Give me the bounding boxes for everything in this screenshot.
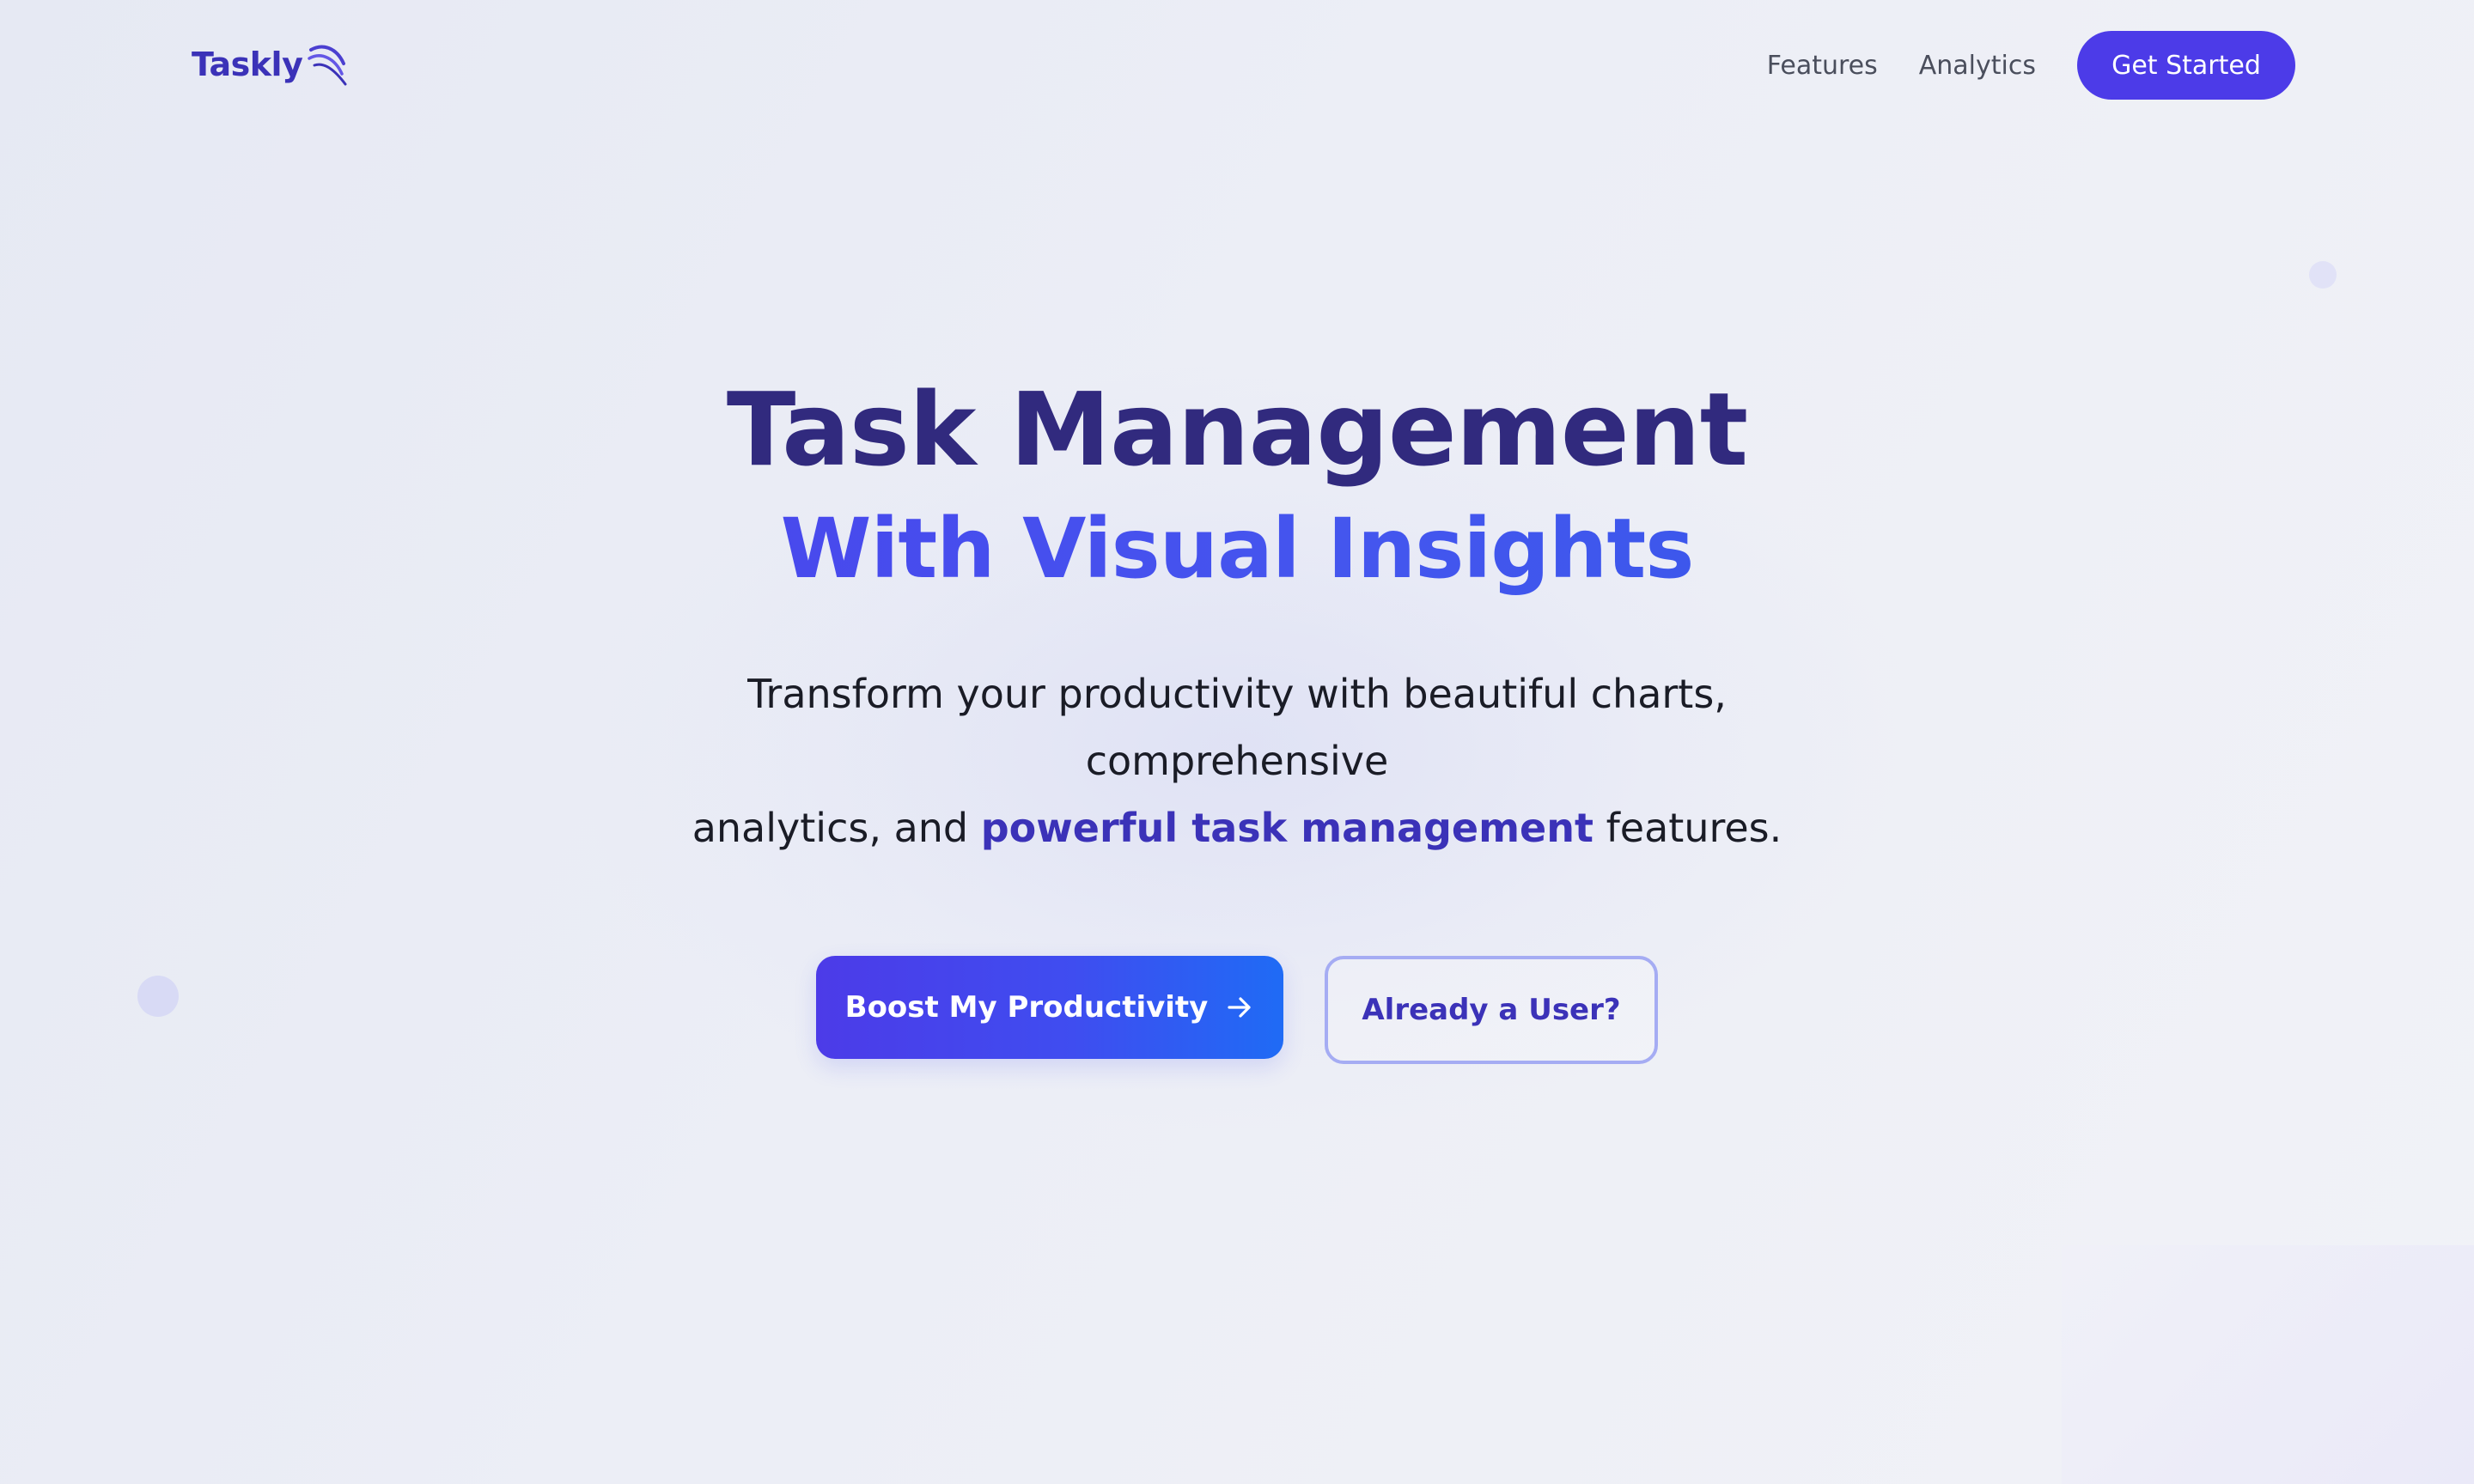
arrow-right-icon (1225, 993, 1254, 1022)
swoosh-icon (308, 41, 349, 88)
boost-productivity-label: Boost My Productivity (844, 989, 1209, 1025)
get-started-button[interactable]: Get Started (2077, 31, 2295, 100)
nav-link-analytics[interactable]: Analytics (1919, 51, 2036, 81)
hero-description-line2-start: analytics, and (692, 804, 969, 851)
brand-name: Taskly (192, 46, 303, 83)
hero-subtitle: With Visual Insights (0, 500, 2474, 599)
background-corner-shape (2062, 1245, 2474, 1484)
already-user-button[interactable]: Already a User? (1325, 955, 1658, 1064)
hero-description: Transform your productivity with beautif… (610, 660, 1864, 861)
hero-actions: Boost My Productivity Already a User? (0, 955, 2474, 1064)
decorative-dot-right (2309, 261, 2337, 289)
navbar: Taskly Features Analytics Get Started (0, 0, 2474, 132)
hero-title: Task Management (726, 370, 1748, 489)
nav-links: Features Analytics Get Started (1767, 31, 2295, 100)
hero-description-line1: Transform your productivity with beautif… (747, 670, 1727, 784)
brand-logo[interactable]: Taskly (192, 41, 349, 88)
hero-section: Task Management With Visual Insights Tra… (0, 369, 2474, 1064)
hero-description-line2-end: features. (1606, 804, 1782, 851)
nav-link-features[interactable]: Features (1767, 51, 1878, 81)
hero-description-highlight: powerful task management (980, 804, 1593, 851)
boost-productivity-button[interactable]: Boost My Productivity (816, 955, 1283, 1059)
